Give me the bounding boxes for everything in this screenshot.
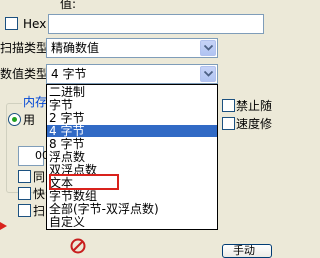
scan-type-value: 精确数值 [51, 41, 100, 55]
dropdown-option-selected[interactable]: 4 字节 [47, 125, 217, 137]
no-entry-icon[interactable] [70, 238, 86, 254]
dropdown-option[interactable]: 8 字节 [47, 138, 217, 150]
value-type-dropdown-list[interactable]: 二进制 字节 2 字节 4 字节 8 字节 浮点数 双浮点数 文本 字节数组 全… [46, 84, 218, 230]
manual-button[interactable]: 手动 [222, 244, 272, 258]
scan-type-select[interactable]: 精确数值 [46, 38, 218, 58]
option-checkbox-right-1-label: 禁止随 [236, 99, 273, 113]
option-checkbox-right-1[interactable] [222, 99, 235, 112]
chevron-down-icon[interactable] [200, 40, 216, 56]
arrow-icon[interactable] [0, 220, 10, 232]
option-checkbox-right-2[interactable] [222, 117, 235, 130]
option-checkbox-1-label: 同 [33, 170, 46, 184]
hex-checkbox[interactable] [5, 17, 18, 30]
chevron-down-icon[interactable] [200, 66, 216, 82]
dropdown-option[interactable]: 2 字节 [47, 112, 217, 124]
option-checkbox-right-2-label: 速度修 [236, 117, 273, 131]
radio-dot-icon [12, 117, 17, 122]
option-checkbox-3[interactable] [18, 204, 31, 217]
memory-radio-label: 用 [23, 113, 36, 127]
annotation-highlight-box [49, 174, 119, 190]
dropdown-option[interactable]: 全部(字节-双浮点数) [47, 203, 217, 215]
value-label: 值: [60, 0, 77, 11]
option-checkbox-3-label: 扫 [33, 204, 46, 218]
dropdown-option[interactable]: 字节 [47, 99, 217, 111]
value-type-label: 数值类型 [0, 67, 49, 81]
option-checkbox-1[interactable] [18, 170, 31, 183]
hex-label: Hex [23, 17, 47, 31]
dropdown-option[interactable]: 二进制 [47, 86, 217, 98]
dropdown-option[interactable]: 字节数组 [47, 190, 217, 202]
value-type-select[interactable]: 4 字节 [46, 64, 218, 84]
option-checkbox-2[interactable] [18, 187, 31, 200]
dropdown-option[interactable]: 自定义 [47, 216, 217, 228]
manual-button-label: 手动 [233, 244, 255, 257]
value-type-value: 4 字节 [51, 67, 87, 81]
memory-start-input[interactable]: 00 [18, 146, 49, 166]
memory-group-label: 内存 [22, 95, 49, 109]
value-input[interactable] [48, 14, 264, 34]
scan-type-label: 扫描类型 [0, 41, 49, 55]
memory-radio[interactable] [8, 113, 21, 126]
option-checkbox-2-label: 快 [33, 187, 46, 201]
dropdown-option[interactable]: 浮点数 [47, 151, 217, 163]
